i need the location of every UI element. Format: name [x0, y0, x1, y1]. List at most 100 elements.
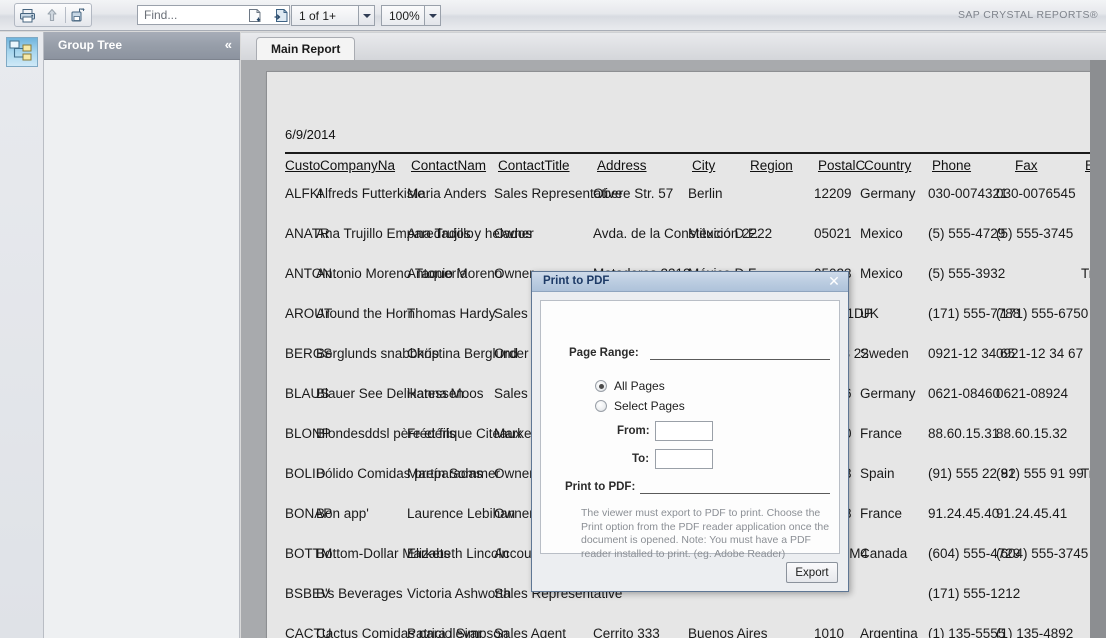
table-row-cell: Obere Str. 57: [593, 186, 674, 201]
table-row-cell: Owner: [494, 506, 534, 521]
table-row-cell: (171) 555-6750: [996, 306, 1089, 321]
table-row-cell: B's Beverages: [316, 586, 403, 601]
from-label: From:: [617, 425, 650, 437]
table-row-cell: 0621-08924: [996, 386, 1069, 401]
table-row-cell: 1010: [814, 626, 845, 638]
table-row-cell: Bon app': [316, 506, 369, 521]
print-to-pdf-dialog: Print to PDF ✕ Page Range: All Pages Sel…: [531, 271, 849, 592]
table-row-cell: Owner: [494, 466, 534, 481]
print-icon[interactable]: [15, 4, 39, 26]
zoom-selector-chevron-down-icon[interactable]: [424, 5, 441, 26]
table-row-cell: 88.60.15.31: [928, 426, 1000, 441]
table-row-cell: UK: [860, 306, 879, 321]
page-range-underline: [650, 359, 830, 360]
crystal-reports-viewer: Find... 1 of 1+ 100% SAP CRYSTAL REPORTS…: [0, 0, 1106, 638]
radio-all-pages-indicator[interactable]: [595, 380, 607, 392]
table-row-cell: Mexico: [860, 226, 903, 241]
page-prev-icon[interactable]: [242, 4, 268, 26]
page-selector[interactable]: 1 of 1+: [291, 5, 375, 26]
zoom-selector[interactable]: 100%: [381, 5, 441, 26]
table-row-cell: France: [860, 506, 903, 521]
report-vertical-scrollbar[interactable]: [1090, 60, 1106, 638]
radio-select-pages-indicator[interactable]: [595, 400, 607, 412]
print-to-pdf-underline: [640, 493, 830, 494]
table-row-cell: Ana Trujillo: [407, 226, 474, 241]
to-input[interactable]: [655, 449, 713, 469]
table-row-cell: (91) 555 91 99: [996, 466, 1084, 481]
print-toolgroup: [14, 3, 92, 27]
column-header: Custo: [285, 158, 321, 173]
table-row-cell: 12209: [814, 186, 852, 201]
table-row-cell: 0621-08460: [928, 386, 1001, 401]
column-header: PostalC: [818, 158, 866, 173]
dialog-title-bar[interactable]: Print to PDF ✕: [532, 272, 848, 292]
column-header: ContactTitle: [498, 158, 570, 173]
table-row-cell: Around the Horn: [316, 306, 416, 321]
close-icon[interactable]: ✕: [827, 274, 841, 288]
table-row-cell: 91.24.45.40: [928, 506, 1000, 521]
export-up-icon[interactable]: [39, 4, 63, 26]
column-header: Region: [750, 158, 793, 173]
radio-all-pages-label: All Pages: [614, 379, 665, 393]
table-row-cell: Germany: [860, 186, 916, 201]
page-selector-chevron-down-icon[interactable]: [358, 5, 375, 26]
table-row-cell: (5) 555-4729: [928, 226, 1006, 241]
table-row-cell: Owner: [494, 226, 534, 241]
group-tree-body: [44, 60, 240, 638]
page-nav-toolgroup: [242, 3, 294, 27]
table-row-cell: (5) 555-3745: [996, 226, 1074, 241]
toolbar-separator: [64, 7, 66, 23]
table-row-cell: 030-0076545: [996, 186, 1076, 201]
print-to-pdf-label: Print to PDF:: [565, 481, 636, 493]
column-header: Country: [864, 158, 912, 173]
report-date: 6/9/2014: [285, 127, 336, 142]
page-range-label: Page Range:: [569, 347, 639, 359]
table-row-cell: 91.24.45.41: [996, 506, 1068, 521]
group-tree-title: Group Tree: [58, 38, 123, 52]
export-icon[interactable]: [67, 4, 91, 26]
sap-crystal-reports-brand: SAP CRYSTAL REPORTS®: [957, 9, 1098, 21]
radio-select-pages-label: Select Pages: [614, 399, 685, 413]
table-row-cell: Martín Sommer: [407, 466, 501, 481]
table-row-cell: Maria Anders: [407, 186, 487, 201]
table-row-cell: Argentina: [860, 626, 918, 638]
column-header: Fax: [1015, 158, 1038, 173]
table-row-cell: (604) 555-3745: [996, 546, 1089, 561]
table-row-cell: (1) 135-4892: [996, 626, 1074, 638]
toolbar: Find... 1 of 1+ 100% SAP CRYSTAL REPORTS…: [0, 0, 1106, 31]
table-row-cell: (1) 135-5555: [928, 626, 1006, 638]
table-row-cell: México D.F.: [688, 226, 759, 241]
table-row-cell: Cerrito 333: [593, 626, 660, 638]
table-row-cell: Canada: [860, 546, 908, 561]
table-row-cell: Owner: [494, 266, 534, 281]
table-row-cell: Berlin: [688, 186, 723, 201]
column-header: City: [692, 158, 716, 173]
column-header: Address: [597, 158, 647, 173]
table-row-cell: France: [860, 426, 903, 441]
group-tree-icon-rail: [0, 32, 44, 638]
table-row-cell: Mexico: [860, 266, 903, 281]
group-tree-icon[interactable]: [6, 37, 38, 67]
column-header: CompanyNa: [320, 158, 396, 173]
tab-main-report[interactable]: Main Report: [256, 37, 356, 60]
to-label: To:: [632, 453, 650, 465]
page-selector-value[interactable]: 1 of 1+: [291, 5, 358, 26]
dialog-panel: Page Range: All Pages Select Pages From:…: [540, 300, 840, 560]
table-row-cell: 0921-12 34 67: [996, 346, 1084, 361]
group-tree-collapse-icon[interactable]: «: [225, 37, 232, 53]
group-tree-header: Group Tree «: [44, 32, 240, 60]
radio-select-pages[interactable]: Select Pages: [595, 399, 685, 413]
table-row-cell: Sales Agent: [494, 626, 567, 638]
report-header-rule: [285, 152, 1090, 154]
table-row-cell: (171) 555-1212: [928, 586, 1021, 601]
column-header: ContactNam: [411, 158, 487, 173]
table-row-cell: Spain: [860, 466, 895, 481]
export-button[interactable]: Export: [786, 562, 838, 583]
zoom-selector-value[interactable]: 100%: [381, 5, 424, 26]
table-row-cell: Germany: [860, 386, 916, 401]
tab-strip: Main Report: [241, 33, 1106, 60]
table-row-cell: Sweden: [860, 346, 909, 361]
radio-all-pages[interactable]: All Pages: [595, 379, 665, 393]
table-row-cell: Antonio Moreno: [407, 266, 503, 281]
from-input[interactable]: [655, 421, 713, 441]
